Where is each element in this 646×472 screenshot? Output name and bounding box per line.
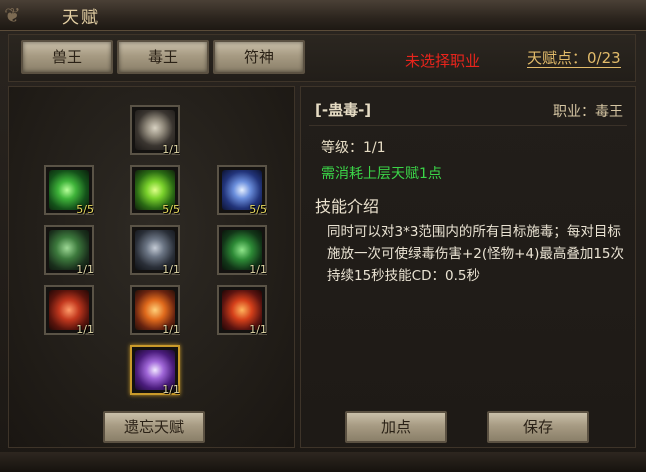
talent-level: 5/5 [76, 203, 94, 216]
talent-level: 1/1 [162, 263, 180, 276]
window-bottom-frame [0, 452, 646, 472]
talent-level: 1/1 [249, 263, 267, 276]
class-status: 未选择职业 [405, 52, 481, 70]
talent-tree-panel: 1/1 5/5 5/5 5/5 1/1 1/1 1/1 1/1 1/1 1/1 … [8, 86, 295, 448]
talent-node-green-vortex[interactable]: 5/5 [130, 165, 180, 216]
talent-node-green-wisp[interactable]: 1/1 [44, 225, 94, 276]
talent-node-green-swirl[interactable]: 5/5 [44, 165, 94, 216]
tab-beast-king[interactable]: 兽王 [21, 40, 113, 74]
skill-detail-panel: [-蛊毒-] 职业：毒王 等级：1/1 需消耗上层天赋1点 技能介绍 同时可以对… [300, 86, 636, 448]
tab-talisman-god[interactable]: 符神 [213, 40, 305, 74]
skill-cost: 需消耗上层天赋1点 [321, 166, 442, 182]
class-tab-bar: 兽王 毒王 符神 未选择职业 天赋点：0/23 [8, 34, 636, 82]
talent-level: 1/1 [76, 263, 94, 276]
skill-description: 同时可以对3*3范围内的所有目标施毒；每对目标施放一次可使绿毒伤害+2(怪物+4… [327, 224, 625, 284]
save-button[interactable]: 保存 [487, 411, 589, 443]
talent-level: 1/1 [162, 383, 180, 396]
forget-talent-button[interactable]: 遗忘天赋 [103, 411, 205, 443]
talent-node-fire-demon[interactable]: 1/1 [217, 285, 267, 336]
talent-node-red-rune[interactable]: 1/1 [44, 285, 94, 336]
talent-level: 5/5 [249, 203, 267, 216]
talent-points[interactable]: 天赋点：0/23 [527, 50, 621, 68]
skill-name: [-蛊毒-] [315, 101, 372, 119]
talent-level: 5/5 [162, 203, 180, 216]
talent-level: 1/1 [162, 143, 180, 156]
talent-node-purple-skulls[interactable]: 1/1 [130, 345, 180, 396]
divider [309, 125, 627, 126]
tab-poison-king[interactable]: 毒王 [117, 40, 209, 74]
class-label: 职业：毒王 [553, 104, 623, 120]
dragon-ornament-icon: ❦ [4, 3, 21, 27]
talent-level: 1/1 [249, 323, 267, 336]
skill-intro-heading: 技能介绍 [315, 197, 380, 216]
talent-node-fire-rune[interactable]: 1/1 [130, 285, 180, 336]
window-title: 天赋 [62, 8, 100, 28]
talent-node-green-beast[interactable]: 1/1 [217, 225, 267, 276]
talent-node-skull[interactable]: 1/1 [130, 105, 180, 156]
talent-node-dark-spirit[interactable]: 1/1 [130, 225, 180, 276]
skill-level: 等级：1/1 [321, 140, 386, 156]
talent-node-blue-swirl[interactable]: 5/5 [217, 165, 267, 216]
talent-window: ❦ 天赋 兽王 毒王 符神 未选择职业 天赋点：0/23 1/1 5/5 5/5… [0, 0, 646, 472]
talent-level: 1/1 [162, 323, 180, 336]
title-bar[interactable]: ❦ 天赋 [0, 0, 646, 31]
talent-level: 1/1 [76, 323, 94, 336]
add-point-button[interactable]: 加点 [345, 411, 447, 443]
